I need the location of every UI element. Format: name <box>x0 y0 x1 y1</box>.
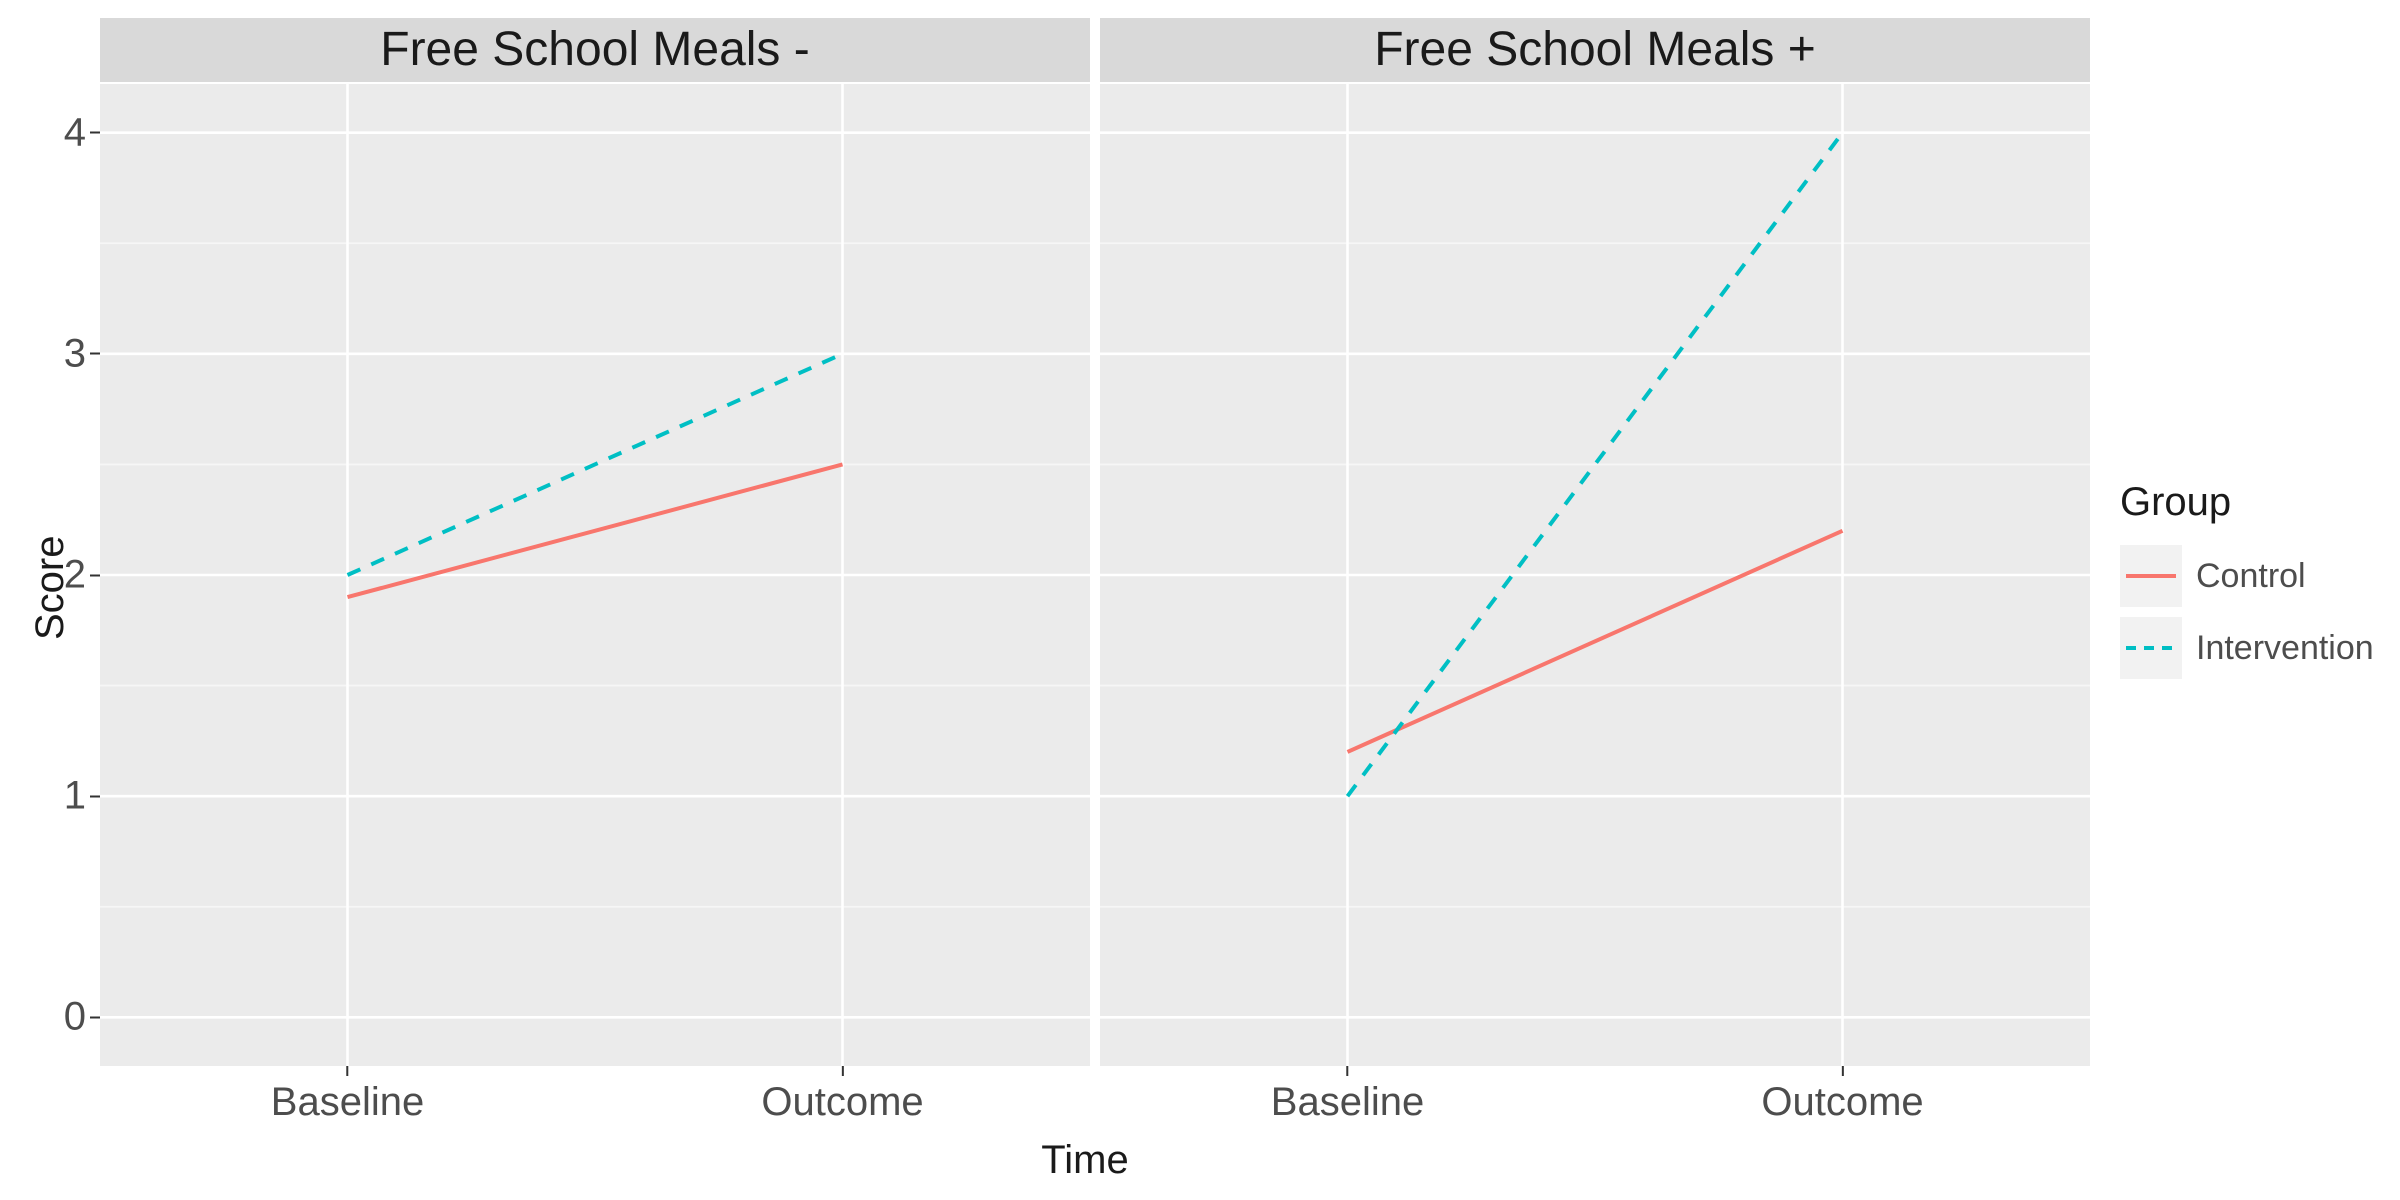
y-tick-label: 2 <box>10 553 86 598</box>
legend: Group Control Intervention <box>2120 480 2380 689</box>
legend-label: Control <box>2196 557 2306 596</box>
legend-item: Intervention <box>2120 617 2380 679</box>
y-tick-label: 4 <box>10 110 86 155</box>
legend-label: Intervention <box>2196 629 2374 668</box>
legend-item: Control <box>2120 545 2380 607</box>
legend-key <box>2120 617 2182 679</box>
plot-panel-2 <box>1100 84 2090 1066</box>
legend-key <box>2120 545 2182 607</box>
series-line <box>348 464 843 597</box>
plot-svg-1 <box>100 84 1090 1066</box>
plot-panel-1 <box>100 84 1090 1066</box>
chart-stage: Score Time 01234 Free School Meals - Fre… <box>0 0 2400 1200</box>
x-tick-label: Baseline <box>271 1080 424 1125</box>
x-tick-label: Outcome <box>761 1080 923 1125</box>
series-line <box>1348 531 1843 752</box>
x-tick-label: Baseline <box>1271 1080 1424 1125</box>
x-axis-title: Time <box>80 1138 2090 1183</box>
facet-strip-2: Free School Meals + <box>1100 18 2090 82</box>
facet-strip-1: Free School Meals - <box>100 18 1090 82</box>
legend-title: Group <box>2120 480 2380 525</box>
y-tick-label: 3 <box>10 331 86 376</box>
y-tick-label: 1 <box>10 774 86 819</box>
plot-svg-2 <box>1100 84 2090 1066</box>
y-tick-label: 0 <box>10 995 86 1040</box>
x-tick-label: Outcome <box>1761 1080 1923 1125</box>
